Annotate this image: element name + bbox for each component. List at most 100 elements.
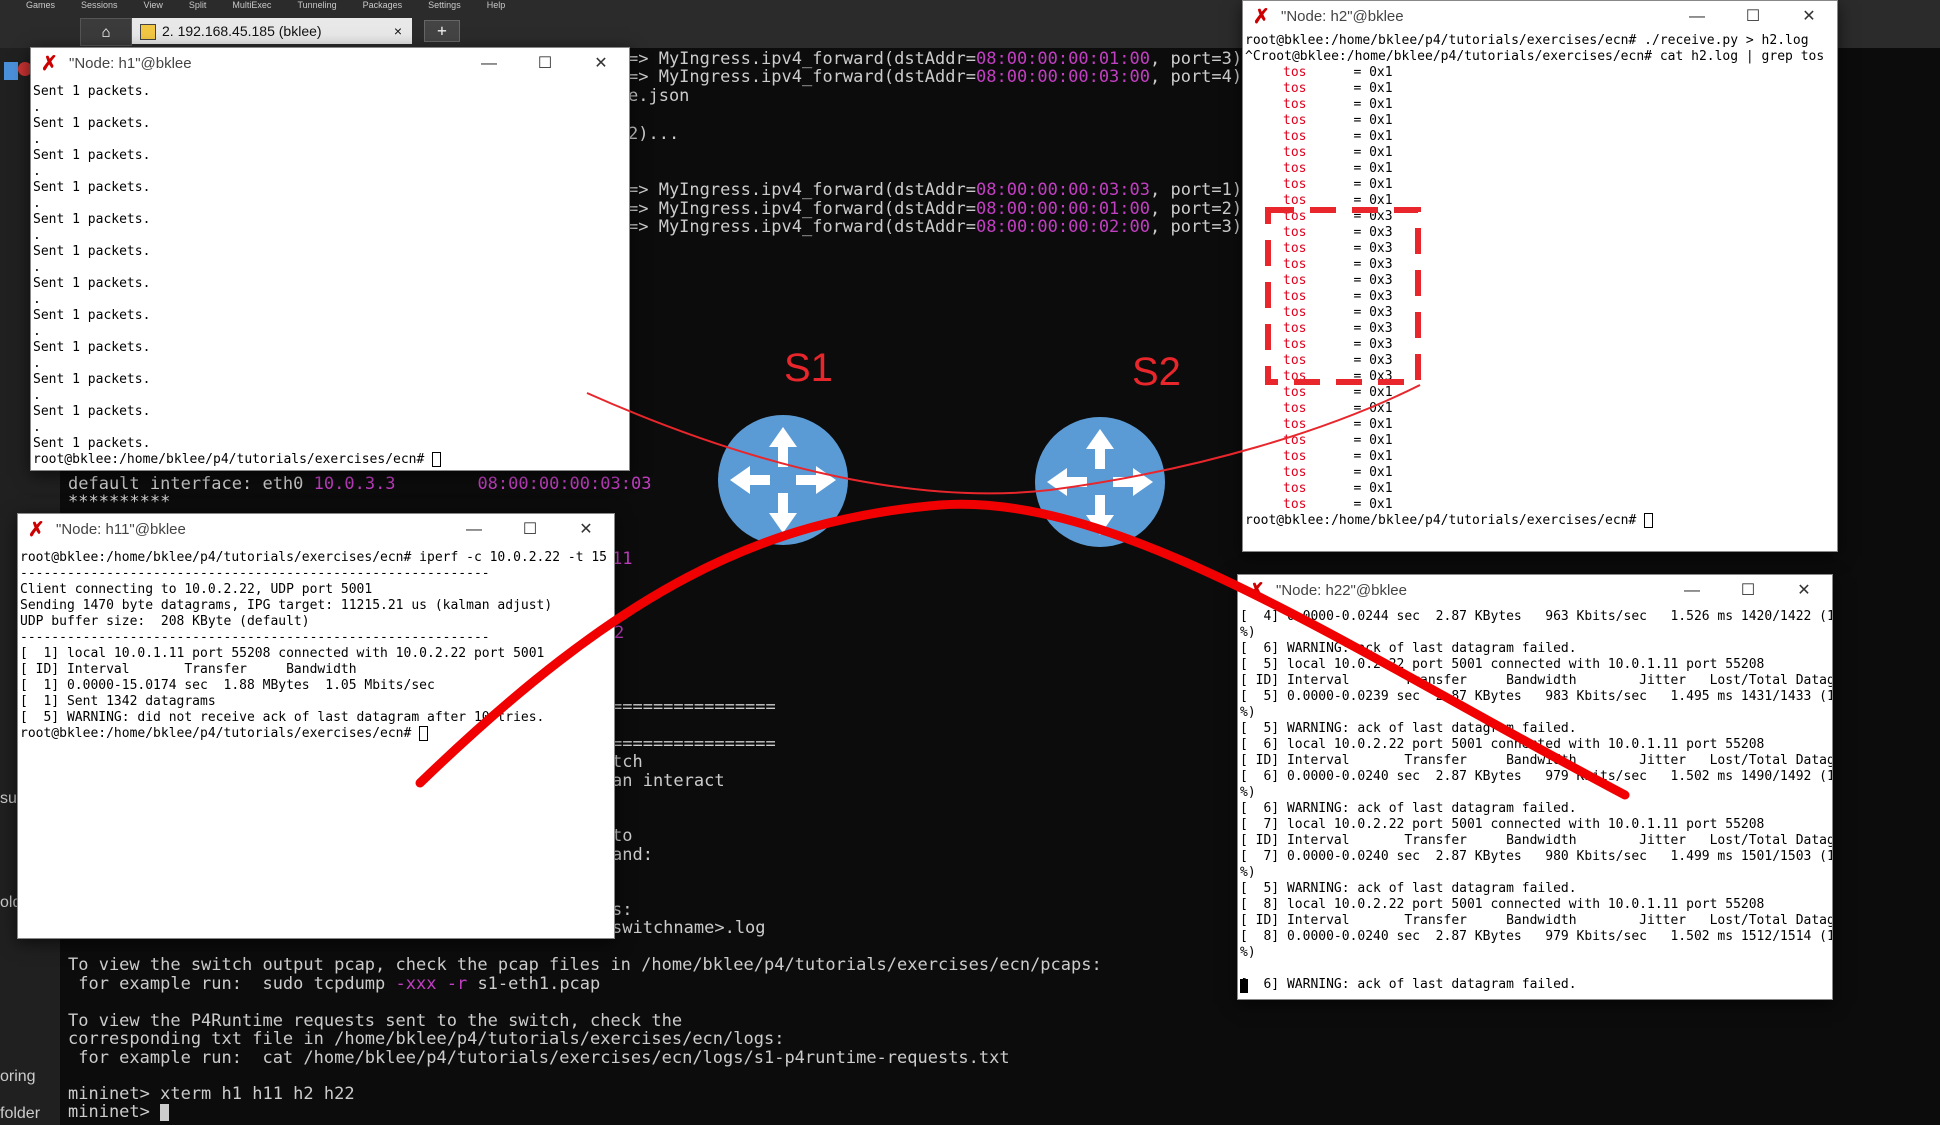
tos-key: tos [1283, 177, 1307, 192]
minimize-button[interactable]: — [1664, 575, 1720, 607]
terminal-frag-interact: an interact [612, 771, 725, 791]
terminal-frag-switchname: switchname>.log [612, 918, 766, 938]
h1-prompt: root@bklee:/home/bklee/p4/tutorials/exer… [33, 452, 433, 467]
close-button[interactable]: ✕ [558, 514, 614, 546]
rule-text: => MyIngress.ipv4_forward(dstAddr= [628, 49, 976, 69]
xterm-window-h2[interactable]: ✗ "Node: h2"@bklee — ☐ ✕ root@bklee:/home/… [1242, 0, 1838, 552]
xterm-window-h22[interactable]: ✗ "Node: h22"@bklee — ☐ ✕ [ 4] 0.0000-0.02… [1237, 574, 1833, 1000]
minimize-button[interactable]: — [461, 48, 517, 80]
menu-item[interactable]: Packages [363, 0, 403, 10]
terminal-body[interactable]: root@bklee:/home/bklee/p4/tutorials/exer… [18, 546, 614, 938]
window-controls: — ☐ ✕ [446, 514, 614, 546]
forward-rule-line: => MyIngress.ipv4_forward(dstAddr=08:00:… [628, 67, 1242, 87]
terminal-line: Sent 1 packets. [33, 116, 151, 131]
terminal-body[interactable]: [ 4] 0.0000-0.0244 sec 2.87 KBytes 963 K… [1238, 607, 1832, 999]
tos-value: = 0x1 [1306, 113, 1393, 128]
xterm-window-h11[interactable]: ✗ "Node: h11"@bklee — ☐ ✕ root@bklee:/home… [17, 513, 615, 939]
terminal-line: [ 4] 0.0000-0.0244 sec 2.87 KBytes 963 K… [1240, 609, 1832, 624]
router-arrows-icon [730, 427, 836, 533]
tos-value: = 0x1 [1306, 417, 1393, 432]
tos-line: tos = 0x1 [1243, 481, 1837, 497]
tos-key: tos [1283, 369, 1307, 384]
tos-key: tos [1283, 337, 1307, 352]
terminal-body[interactable]: Sent 1 packets.. Sent 1 packets.. Sent 1 p… [31, 80, 629, 470]
menu-item[interactable]: Split [189, 0, 207, 10]
window-title: "Node: h22"@bklee [1276, 582, 1407, 599]
terminal-prompt-1: mininet> xterm h1 h11 h2 h22 [68, 1084, 355, 1104]
terminal-line: [ ID] Interval Transfer Bandwidth [20, 662, 357, 677]
rule-port: , port=4) [1150, 67, 1243, 87]
maximize-button[interactable]: ☐ [502, 514, 558, 546]
menu-item[interactable]: MultiExec [232, 0, 271, 10]
tos-line: tos = 0x1 [1243, 81, 1837, 97]
terminal-line: Sent 1 packets. [33, 84, 151, 99]
window-titlebar[interactable]: ✗ "Node: h11"@bklee — ☐ ✕ [18, 514, 614, 546]
tos-key: tos [1283, 321, 1307, 336]
tos-value: = 0x1 [1306, 449, 1393, 464]
terminal-line: [ 5] local 10.0.2.22 port 5001 connected… [1240, 657, 1765, 672]
tos-key: tos [1283, 449, 1307, 464]
window-titlebar[interactable]: ✗ "Node: h22"@bklee — ☐ ✕ [1238, 575, 1832, 607]
x11-icon: ✗ [1248, 580, 1265, 602]
maximize-button[interactable]: ☐ [1720, 575, 1776, 607]
router-s2-icon [1035, 417, 1165, 547]
tos-line: tos = 0x3 [1243, 257, 1837, 273]
maximize-button[interactable]: ☐ [1725, 1, 1781, 33]
cursor [432, 452, 442, 467]
pcap-flag-r: -r [446, 974, 468, 994]
tos-key: tos [1283, 305, 1307, 320]
close-button[interactable]: ✕ [1776, 575, 1832, 607]
menu-item[interactable]: View [144, 0, 163, 10]
xterm-window-h1[interactable]: ✗ "Node: h1"@bklee — ☐ ✕ Sent 1 packets.. S… [30, 47, 630, 471]
maximize-button[interactable]: ☐ [517, 48, 573, 80]
terminal-default-iface: default interface: eth0 10.0.3.3 08:00:0… [68, 474, 651, 494]
tos-value: = 0x3 [1306, 273, 1393, 288]
tos-key: tos [1283, 465, 1307, 480]
terminal-frag-s: s: [612, 900, 633, 920]
tos-key: tos [1283, 497, 1307, 512]
terminal-line: [ ID] Interval Transfer Bandwidth Jitter… [1240, 833, 1832, 848]
iface-ip: 10.0.3.3 [313, 474, 396, 494]
tos-key: tos [1283, 193, 1307, 208]
home-tab[interactable]: ⌂ [80, 18, 132, 46]
tos-value: = 0x1 [1306, 161, 1393, 176]
tos-line: tos = 0x1 [1243, 417, 1837, 433]
menu-item[interactable]: Settings [428, 0, 461, 10]
terminal-line: . [33, 324, 41, 339]
forward-rule-line: => MyIngress.ipv4_forward(dstAddr=08:00:… [628, 49, 1242, 69]
tos-value: = 0x1 [1306, 177, 1393, 192]
tos-line: tos = 0x1 [1243, 449, 1837, 465]
terminal-line: ----------------------------------------… [20, 630, 490, 645]
terminal-body[interactable]: root@bklee:/home/bklee/p4/tutorials/exer… [1243, 33, 1837, 551]
tos-line: tos = 0x1 [1243, 497, 1837, 513]
s1-label: S1 [784, 346, 833, 390]
menu-item[interactable]: Tunneling [297, 0, 336, 10]
iface-text: default interface: eth0 [68, 474, 304, 494]
menubar: Games Sessions View Split MultiExec Tunneling… [0, 0, 900, 10]
tos-key: tos [1283, 113, 1307, 128]
rule-port: , port=3) [1150, 217, 1243, 237]
menu-item[interactable]: Sessions [81, 0, 118, 10]
session-tab[interactable]: 2. 192.168.45.185 (bklee) × [132, 18, 412, 44]
forward-rule-line: => MyIngress.ipv4_forward(dstAddr=08:00:… [628, 217, 1242, 237]
forward-rule-line: 2)... [628, 124, 679, 144]
minimize-button[interactable]: — [1669, 1, 1725, 33]
tab-close-icon[interactable]: × [394, 18, 402, 44]
tos-key: tos [1283, 81, 1307, 96]
menu-item[interactable]: Help [487, 0, 506, 10]
close-button[interactable]: ✕ [1781, 1, 1837, 33]
minimize-button[interactable]: — [446, 514, 502, 546]
terminal-line: %) [1240, 705, 1256, 720]
tos-value: = 0x1 [1306, 497, 1393, 512]
new-tab-button[interactable]: + [424, 20, 460, 42]
terminal-line: %) [1240, 785, 1256, 800]
window-titlebar[interactable]: ✗ "Node: h2"@bklee — ☐ ✕ [1243, 1, 1837, 33]
menu-item[interactable]: Games [26, 0, 55, 10]
window-titlebar[interactable]: ✗ "Node: h1"@bklee — ☐ ✕ [31, 48, 629, 80]
tos-value: = 0x3 [1306, 289, 1393, 304]
tos-value: = 0x3 [1306, 321, 1393, 336]
forward-rule-line: e.json [628, 86, 689, 106]
window-title: "Node: h11"@bklee [56, 521, 186, 538]
tos-key: tos [1283, 241, 1307, 256]
close-button[interactable]: ✕ [573, 48, 629, 80]
